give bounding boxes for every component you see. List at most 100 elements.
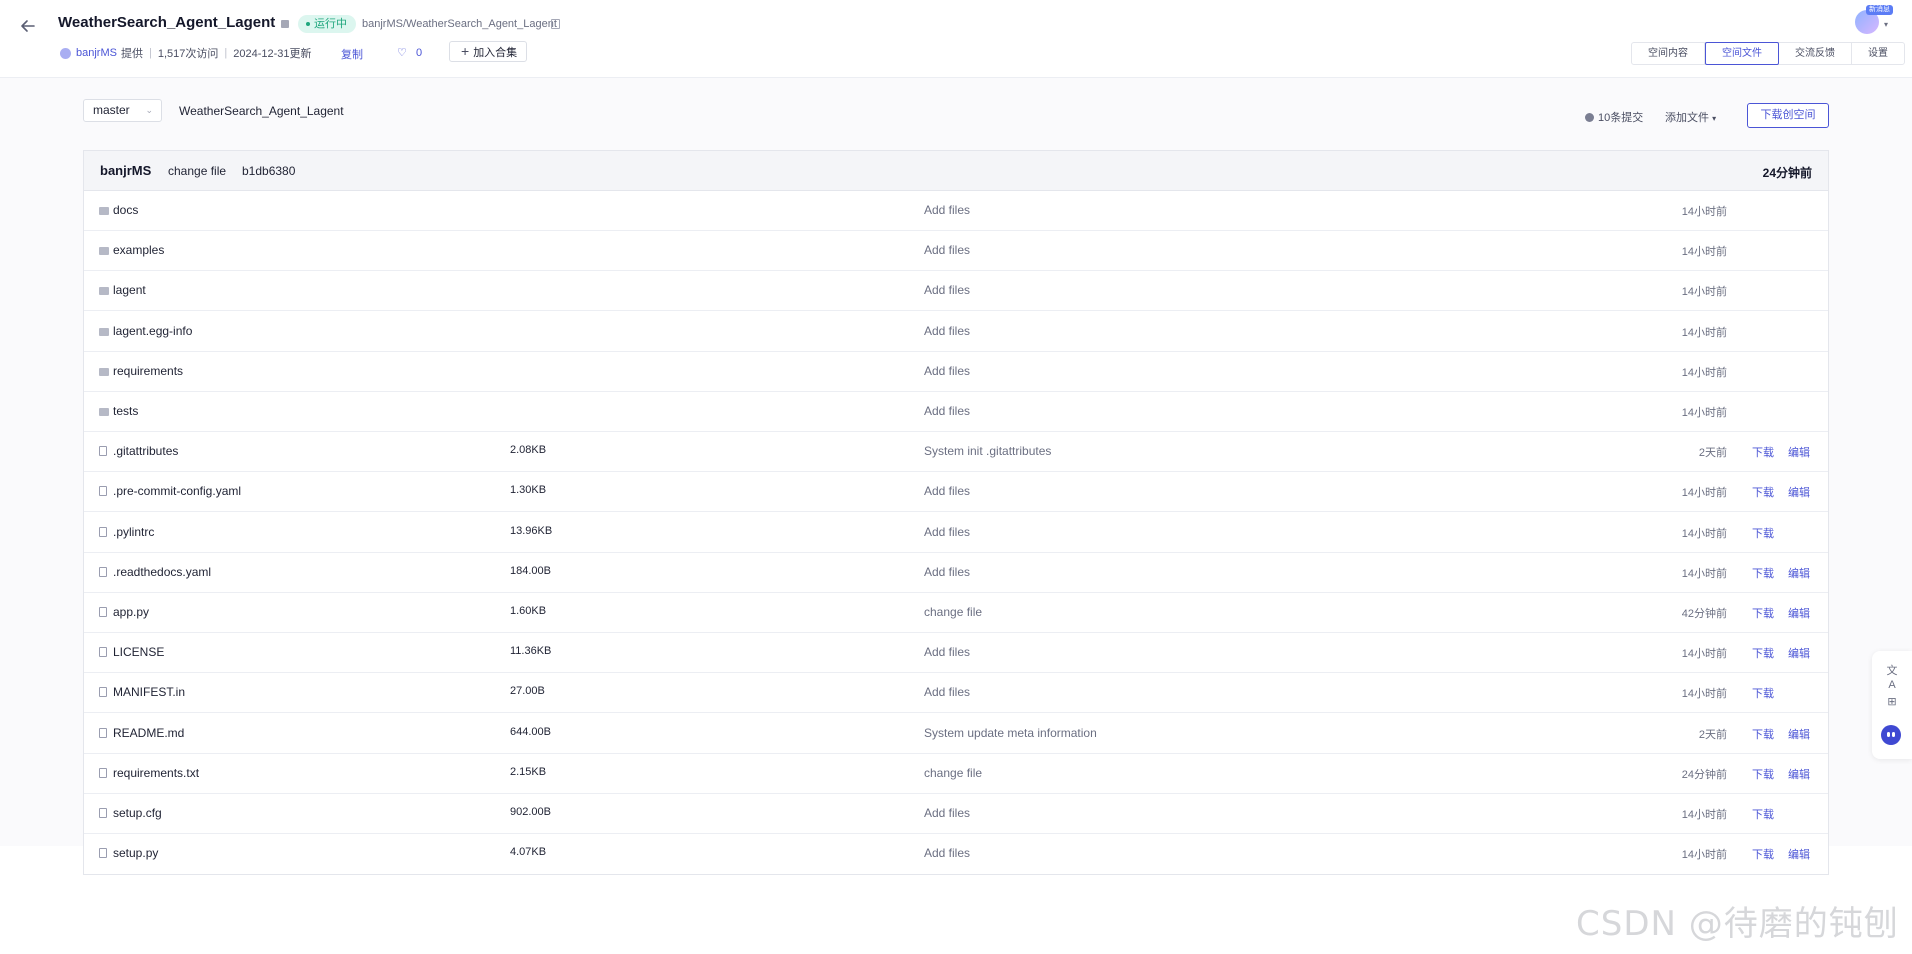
tab-settings[interactable]: 设置	[1852, 43, 1904, 64]
file-icon	[99, 607, 107, 617]
file-row[interactable]: README.md 644.00B System update meta infor…	[84, 714, 1828, 754]
branch-select[interactable]: master ⌄	[83, 99, 162, 122]
file-icon	[99, 808, 107, 818]
download-link[interactable]: 下载	[1752, 605, 1774, 621]
file-size: 11.36KB	[510, 645, 552, 658]
heart-icon: ♡	[397, 47, 407, 59]
file-row[interactable]: lagent Add files 14小时前	[84, 271, 1828, 312]
file-row[interactable]: .pylintrc 13.96KB Add files 14小时前 下载	[84, 513, 1828, 553]
grid-icon[interactable]: ⊞	[1885, 695, 1899, 709]
file-row[interactable]: setup.cfg 902.00B Add files 14小时前 下载	[84, 794, 1828, 834]
folder-icon	[99, 408, 109, 416]
copy-icon[interactable]	[551, 19, 560, 29]
tab-space-files[interactable]: 空间文件	[1705, 42, 1779, 65]
file-size: 4.07KB	[510, 846, 547, 859]
file-commit-message: change file	[924, 605, 983, 619]
robot-icon[interactable]	[1881, 725, 1901, 745]
edit-link[interactable]: 编辑	[1788, 444, 1810, 460]
file-name[interactable]: setup.py	[113, 846, 158, 860]
edit-link[interactable]: 编辑	[1788, 565, 1810, 581]
commits-link[interactable]: 10条提交	[1585, 109, 1643, 125]
file-icon	[99, 526, 107, 537]
edit-link[interactable]: 编辑	[1788, 726, 1810, 742]
file-row[interactable]: LICENSE 11.36KB Add files 14小时前 下载 编辑	[84, 633, 1828, 674]
tab-feedback[interactable]: 交流反馈	[1779, 43, 1852, 64]
download-link[interactable]: 下载	[1752, 846, 1774, 862]
file-name[interactable]: requirements	[113, 364, 183, 378]
edit-link[interactable]: 编辑	[1788, 766, 1810, 782]
file-name[interactable]: lagent.egg-info	[113, 324, 192, 338]
private-icon	[281, 20, 289, 28]
file-name[interactable]: examples	[113, 243, 164, 257]
file-name[interactable]: app.py	[113, 605, 149, 619]
file-row[interactable]: examples Add files 14小时前	[84, 231, 1828, 272]
file-name[interactable]: docs	[113, 203, 138, 217]
edit-link[interactable]: 编辑	[1788, 605, 1810, 621]
file-row[interactable]: MANIFEST.in 27.00B Add files 14小时前 下载	[84, 673, 1828, 714]
file-row[interactable]: .readthedocs.yaml 184.00B Add files 14小时前 下载…	[84, 553, 1828, 593]
edit-link[interactable]: 编辑	[1788, 645, 1810, 661]
file-size: 1.60KB	[510, 605, 547, 617]
download-link[interactable]: 下载	[1752, 806, 1774, 822]
status-label: 运行中	[314, 18, 347, 30]
download-link[interactable]: 下载	[1752, 726, 1774, 742]
download-link[interactable]: 下载	[1752, 565, 1774, 581]
file-name[interactable]: MANIFEST.in	[113, 685, 185, 699]
file-row[interactable]: requirements Add files 14小时前	[84, 352, 1828, 392]
file-row[interactable]: .pre-commit-config.yaml 1.30KB Add files 14…	[84, 472, 1828, 513]
download-link[interactable]: 下载	[1752, 766, 1774, 782]
avatar-chevron-down-icon[interactable]: ▾	[1884, 20, 1888, 29]
translate-icon[interactable]: 文A	[1885, 664, 1899, 691]
file-name[interactable]: setup.cfg	[113, 806, 162, 820]
download-link[interactable]: 下载	[1752, 645, 1774, 661]
tab-space-content[interactable]: 空间内容	[1632, 43, 1705, 64]
file-time: 24分钟前	[1681, 768, 1727, 781]
file-row[interactable]: docs Add files 14小时前	[84, 191, 1828, 231]
file-row[interactable]: lagent.egg-info Add files 14小时前	[84, 312, 1828, 352]
author-link[interactable]: banjrMS	[76, 47, 117, 59]
file-row[interactable]: requirements.txt 2.15KB change file 24分钟前 下载…	[84, 754, 1828, 794]
file-time: 14小时前	[1681, 648, 1727, 661]
file-name[interactable]: .pre-commit-config.yaml	[113, 484, 241, 498]
file-name[interactable]: README.md	[113, 726, 184, 740]
file-size: 2.15KB	[510, 765, 547, 778]
like-button[interactable]: ♡ 0	[397, 46, 422, 59]
add-file-dropdown[interactable]: 添加文件 ▾	[1665, 109, 1716, 125]
file-commit-message: Add files	[924, 363, 971, 378]
file-row[interactable]: app.py 1.60KB change file 42分钟前 下载 编辑	[84, 593, 1828, 633]
file-size: 27.00B	[510, 685, 545, 698]
folder-icon	[99, 327, 109, 336]
author-avatar	[60, 47, 71, 59]
file-name[interactable]: lagent	[113, 283, 146, 297]
plus-icon: +	[461, 43, 470, 59]
edit-link[interactable]: 编辑	[1788, 484, 1810, 500]
file-name[interactable]: .pylintrc	[113, 525, 154, 539]
space-title: WeatherSearch_Agent_Lagent	[58, 14, 276, 31]
back-arrow-icon[interactable]	[18, 16, 38, 36]
file-commit-message: Add files	[924, 645, 971, 660]
file-name[interactable]: LICENSE	[113, 645, 164, 659]
download-link[interactable]: 下载	[1752, 525, 1774, 541]
commit-hash[interactable]: b1db6380	[242, 164, 295, 178]
file-row[interactable]: .gitattributes 2.08KB System init .gitattr…	[84, 432, 1828, 473]
file-commit-message: Add files	[924, 323, 971, 338]
file-row[interactable]: tests Add files 14小时前	[84, 392, 1828, 432]
file-icon	[99, 566, 107, 577]
download-link[interactable]: 下载	[1752, 484, 1774, 500]
file-name[interactable]: tests	[113, 404, 138, 418]
download-link[interactable]: 下载	[1752, 444, 1774, 460]
download-link[interactable]: 下载	[1752, 685, 1774, 701]
file-commit-message: Add files	[924, 806, 971, 820]
file-row[interactable]: setup.py 4.07KB Add files 14小时前 下载 编辑	[84, 834, 1828, 874]
add-to-collection-button[interactable]: + 加入合集	[449, 41, 528, 62]
edit-link[interactable]: 编辑	[1788, 846, 1810, 862]
file-name[interactable]: .readthedocs.yaml	[113, 565, 211, 579]
file-name[interactable]: .gitattributes	[113, 444, 178, 458]
download-space-button[interactable]: 下载创空间	[1747, 103, 1829, 128]
copy-button[interactable]: 复制	[341, 46, 363, 62]
file-commit-message: Add files	[924, 243, 971, 258]
file-table: banjrMS change file b1db6380 24分钟前 docs A…	[83, 150, 1829, 875]
file-name[interactable]: requirements.txt	[113, 766, 199, 780]
commit-author[interactable]: banjrMS	[100, 163, 151, 178]
file-time: 14小时前	[1681, 366, 1727, 379]
